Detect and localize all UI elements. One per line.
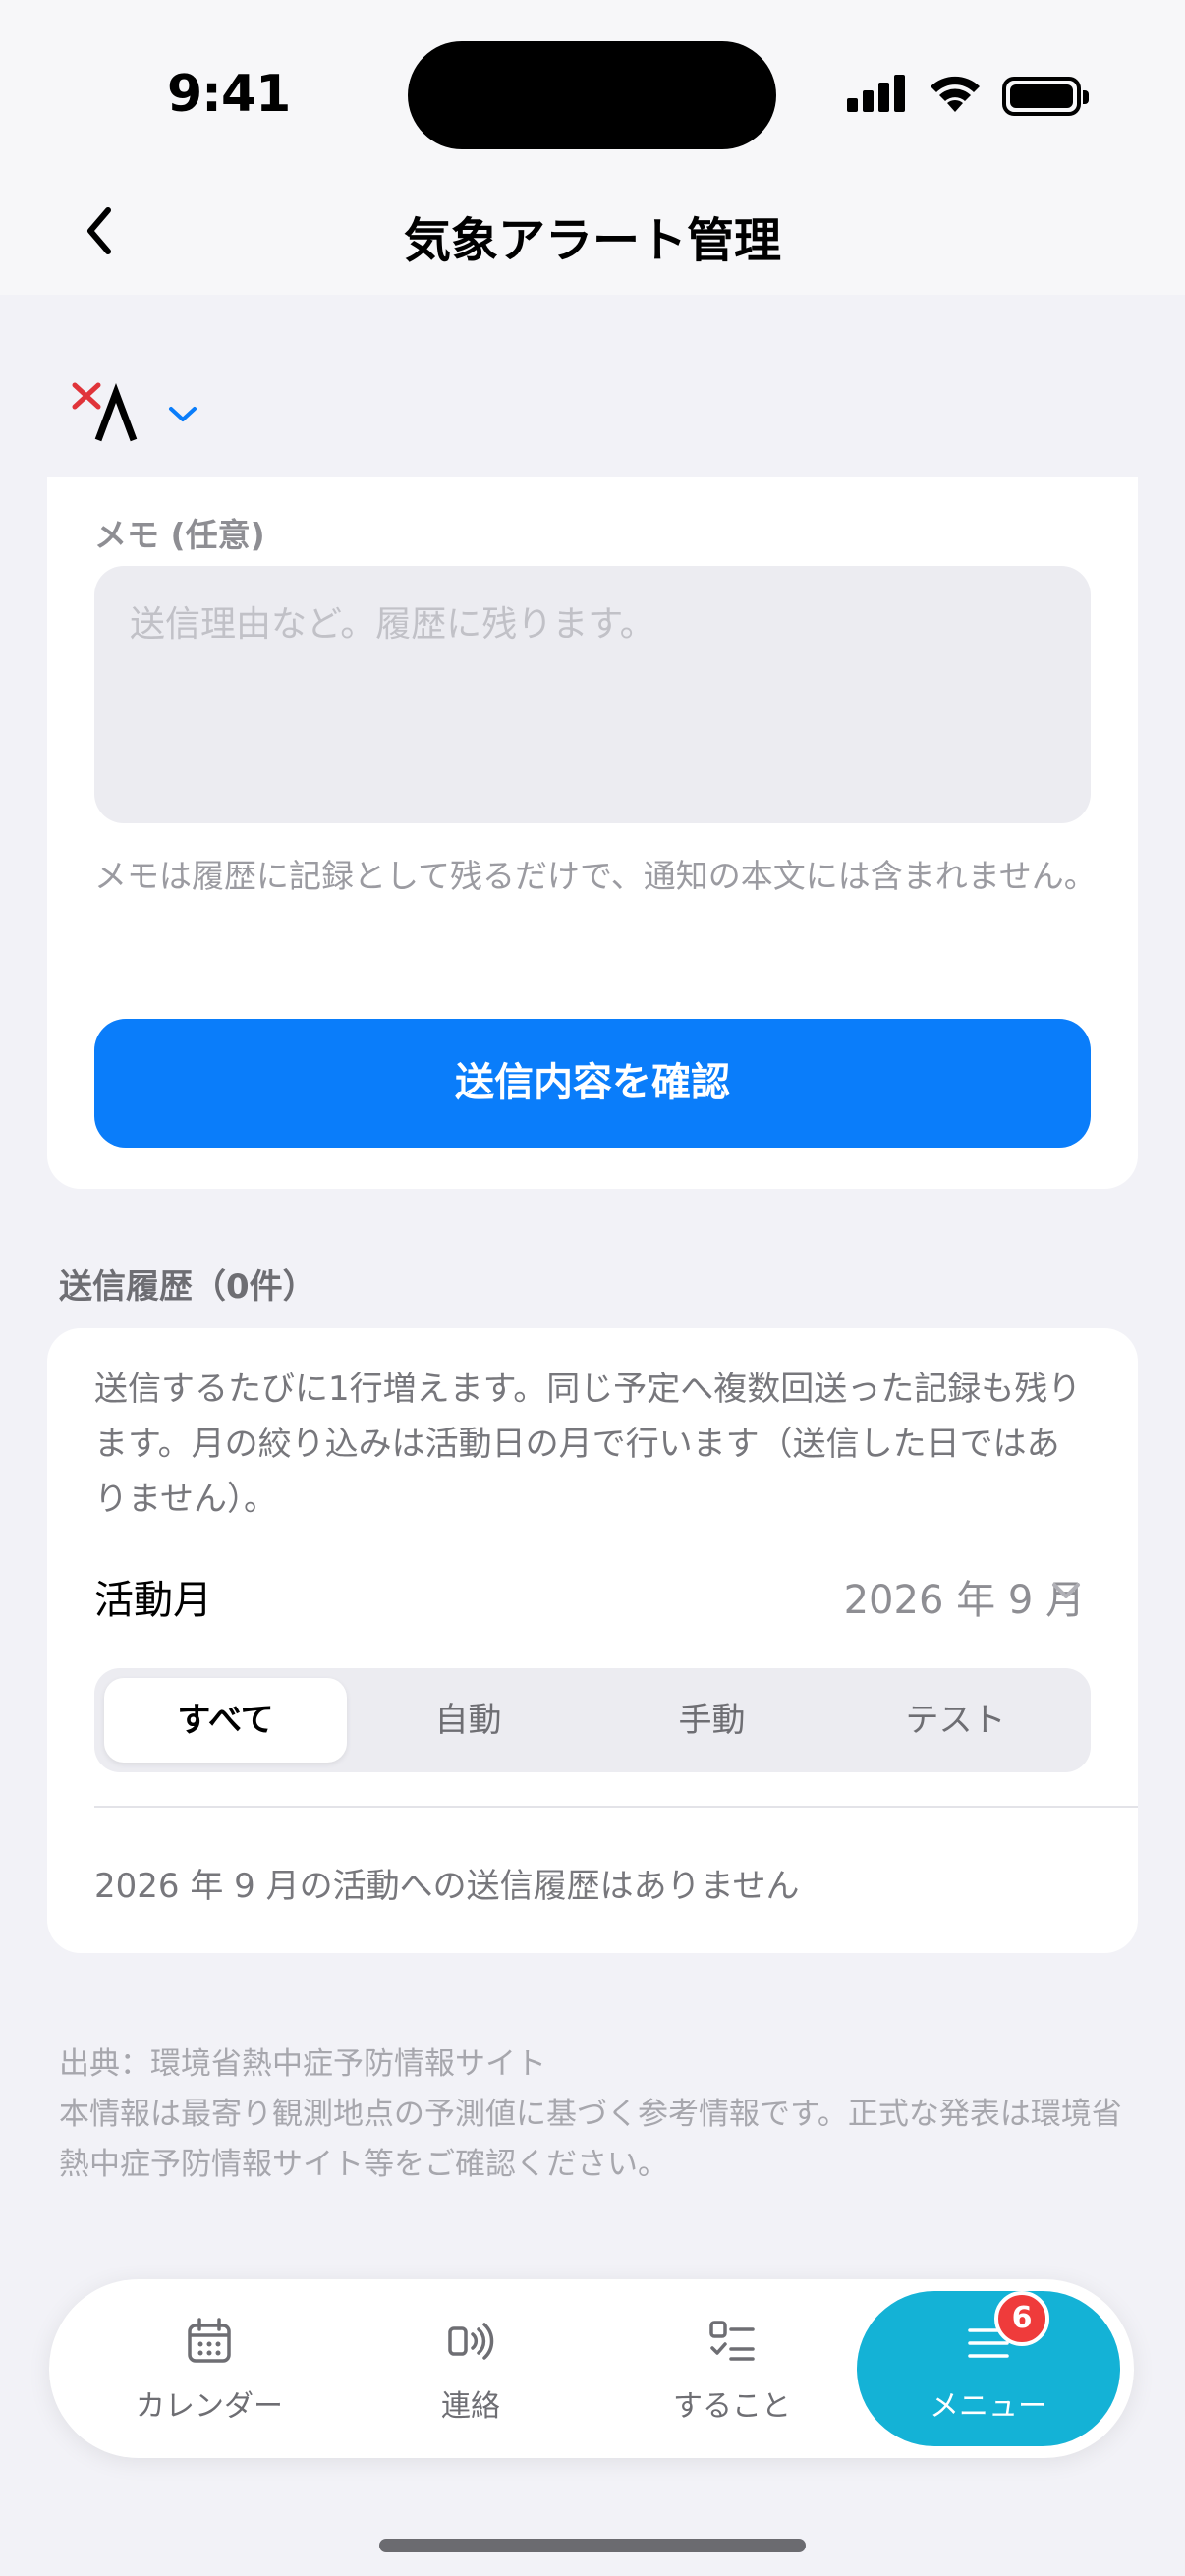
app-logo-switcher[interactable] bbox=[67, 373, 224, 452]
tab-todo[interactable]: すること bbox=[609, 2279, 855, 2458]
chevron-down-icon bbox=[169, 407, 197, 421]
source-note: 出典：環境省熱中症予防情報サイト 本情報は最寄り観測地点の予測値に基づく参考情報… bbox=[59, 2040, 1140, 2190]
page-title: 気象アラート管理 bbox=[403, 213, 781, 268]
cellular-signal-icon bbox=[847, 73, 906, 118]
filter-auto[interactable]: 自動 bbox=[347, 1678, 590, 1763]
filter-all[interactable]: すべて bbox=[104, 1678, 347, 1763]
wifi-icon bbox=[931, 76, 980, 112]
divider bbox=[94, 1806, 1138, 1808]
checklist-icon bbox=[709, 2321, 755, 2361]
tab-menu[interactable]: 6 メニュー bbox=[857, 2291, 1120, 2446]
history-description: 送信するたびに1行増えます。同じ予定へ複数回送った記録も残ります。月の絞り込みは… bbox=[94, 1370, 1082, 1519]
disclaimer-text: 本情報は最寄り観測地点の予測値に基づく参考情報です。正式な発表は環境省熱中症予防… bbox=[59, 2097, 1122, 2182]
tab-calendar[interactable]: カレンダー bbox=[86, 2279, 332, 2458]
notification-badge: 6 bbox=[994, 2291, 1049, 2346]
history-section-title: 送信履歴（0件） bbox=[59, 1267, 316, 1307]
memo-label: メモ (任意) bbox=[94, 516, 265, 554]
status-icons bbox=[847, 73, 1089, 118]
status-time: 9:41 bbox=[167, 65, 291, 124]
dynamic-island bbox=[408, 41, 776, 149]
confirm-send-button[interactable]: 送信内容を確認 bbox=[94, 1019, 1091, 1148]
tab-label: 連絡 bbox=[441, 2389, 500, 2424]
memo-hint: メモは履歴に記録として残るだけで、通知の本文には含まれません。 bbox=[94, 857, 1097, 895]
month-label: 活動月 bbox=[94, 1578, 212, 1623]
home-indicator bbox=[379, 2539, 806, 2552]
chevron-down-icon[interactable] bbox=[1049, 1576, 1083, 1605]
memo-input[interactable] bbox=[94, 566, 1091, 823]
broadcast-icon bbox=[448, 2323, 494, 2360]
filter-manual[interactable]: 手動 bbox=[591, 1678, 833, 1763]
logo-x-mark bbox=[72, 382, 101, 410]
source-text: 出典：環境省熱中症予防情報サイト bbox=[59, 2046, 546, 2082]
calendar-icon bbox=[188, 2318, 231, 2363]
filter-test[interactable]: テスト bbox=[834, 1678, 1077, 1763]
tab-contact[interactable]: 連絡 bbox=[348, 2279, 593, 2458]
history-filter-segmented-control: すべて 自動 手動 テスト bbox=[94, 1668, 1091, 1772]
history-empty-message: 2026 年 9 月の活動への送信履歴はありません bbox=[94, 1867, 800, 1906]
top-bar: 9:41 気象アラート管理 bbox=[0, 0, 1185, 295]
tab-label: メニュー bbox=[930, 2389, 1047, 2424]
tab-label: カレンダー bbox=[136, 2389, 283, 2424]
battery-icon bbox=[1002, 77, 1089, 116]
tab-bar: カレンダー 連絡 すること 6 メニュー bbox=[49, 2279, 1134, 2458]
tab-label: すること bbox=[673, 2389, 791, 2424]
